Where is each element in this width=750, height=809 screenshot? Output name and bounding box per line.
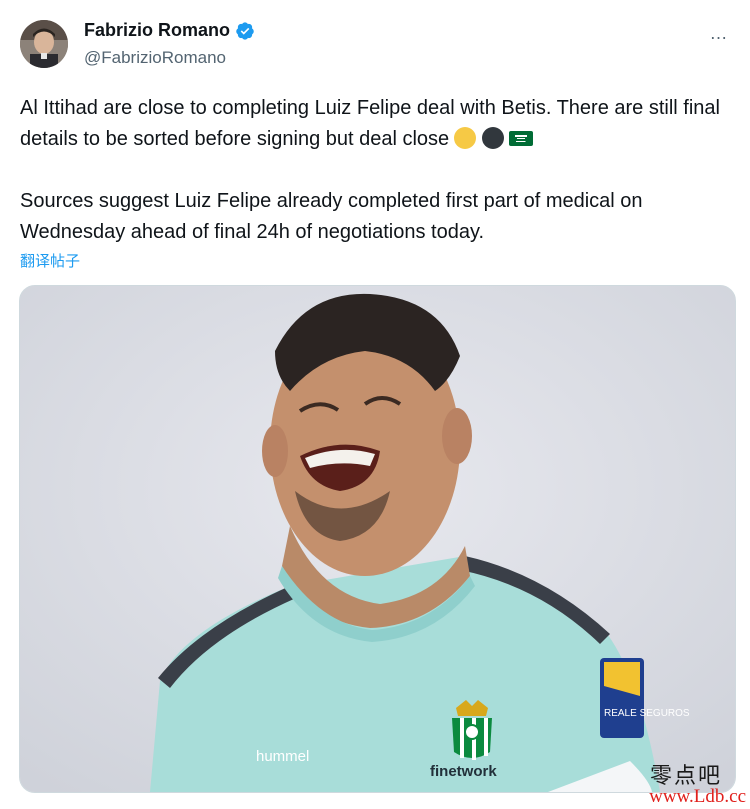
- tweet-paragraph: Al Ittihad are close to completing Luiz …: [20, 93, 720, 155]
- yellow-circle-icon: [454, 127, 477, 149]
- avatar[interactable]: [20, 20, 68, 68]
- tweet-media-image[interactable]: hummel finetwork REALE SEGUROS: [19, 285, 736, 793]
- author-handle[interactable]: @FabrizioRomano: [84, 48, 226, 68]
- author-name[interactable]: Fabrizio Romano: [84, 20, 230, 41]
- tweet-paragraph-text: Al Ittihad are close to completing Luiz …: [20, 97, 720, 150]
- avatar-image: [20, 20, 68, 68]
- more-options-icon[interactable]: …: [706, 20, 732, 46]
- sleeve-badge-text: REALE SEGUROS: [604, 708, 690, 719]
- black-circle-icon: [482, 127, 505, 149]
- translate-post-link[interactable]: 翻译帖子: [20, 250, 80, 271]
- tweet-paragraph: Sources suggest Luiz Felipe already comp…: [20, 190, 643, 243]
- author-name-row[interactable]: Fabrizio Romano: [84, 20, 255, 41]
- club-crest-icon: [452, 700, 492, 760]
- watermark-url: www.Ldb.cc: [649, 786, 746, 807]
- verified-badge-icon: [236, 21, 254, 40]
- player-photo: hummel finetwork REALE SEGUROS: [20, 286, 735, 792]
- saudi-arabia-flag-icon: [509, 131, 534, 146]
- tweet-text: Al Ittihad are close to completing Luiz …: [20, 93, 720, 248]
- shirt-sponsor-text: finetwork: [430, 763, 497, 780]
- kit-brand-text: hummel: [256, 748, 309, 765]
